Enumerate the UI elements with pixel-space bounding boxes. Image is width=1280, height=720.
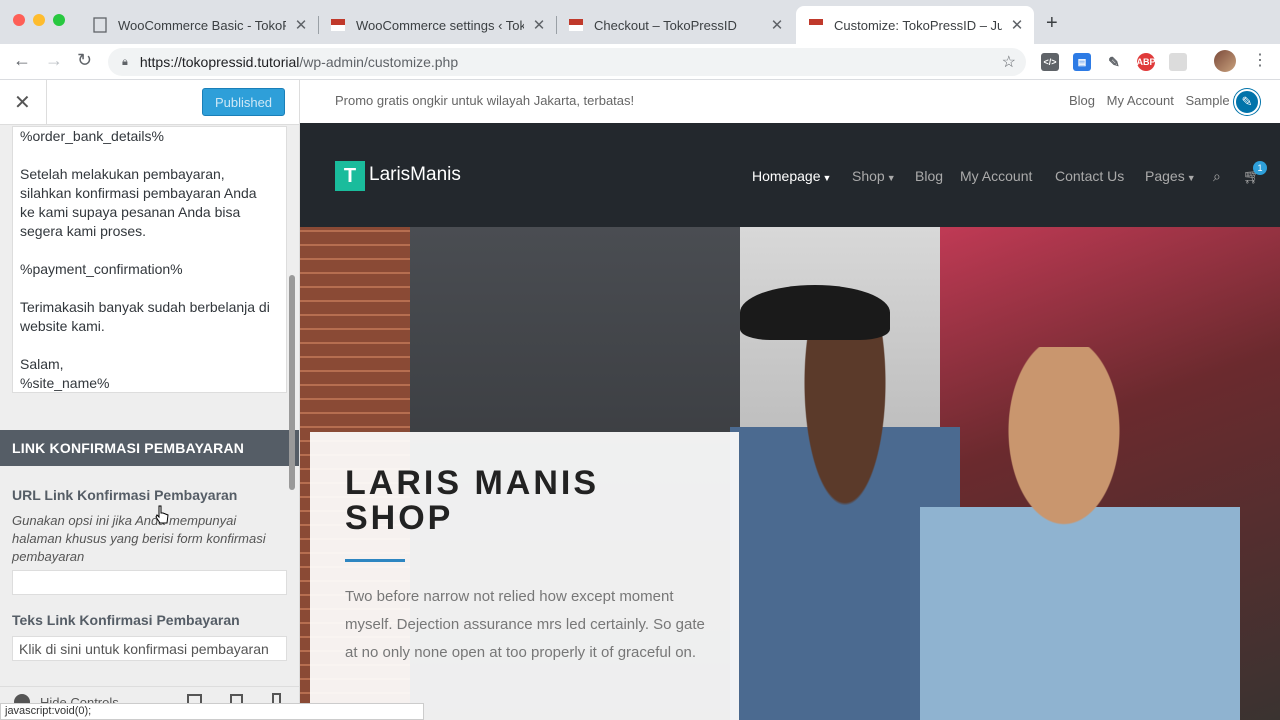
hero-divider	[345, 559, 405, 562]
cart-count-badge: 1	[1253, 161, 1267, 175]
nav-pages[interactable]: Pages ▼	[1145, 168, 1196, 184]
caret-down-icon: ▼	[1186, 173, 1196, 183]
tab-title: WooCommerce settings ‹ Tok	[356, 17, 524, 33]
header-divider	[46, 80, 47, 125]
forward-icon[interactable]: →	[45, 50, 63, 71]
customizer-sidebar: ✕ Published %order_bank_details% Setelah…	[0, 80, 300, 720]
status-bar: javascript:void(0);	[0, 703, 424, 720]
link-text-input[interactable]	[12, 636, 287, 661]
site-top-bar: Promo gratis ongkir untuk wilayah Jakart…	[300, 80, 1280, 123]
nav-blog[interactable]: Blog	[915, 168, 943, 184]
close-tab-icon[interactable]: ✕	[294, 16, 308, 34]
window-close-button[interactable]	[13, 14, 25, 26]
nav-label: Homepage	[752, 168, 821, 184]
eyedropper-icon[interactable]: ✎	[1105, 53, 1123, 71]
tab-title: WooCommerce Basic - TokoPr	[118, 17, 286, 33]
browser-tab-active[interactable]: Customize: TokoPressID – Just ✕	[796, 6, 1034, 44]
profile-avatar[interactable]	[1214, 50, 1236, 72]
hand-cursor-icon	[155, 505, 169, 524]
nav-my-account[interactable]: My Account	[960, 168, 1032, 184]
url-input[interactable]	[12, 570, 287, 595]
hero-card: LARIS MANIS SHOP Two before narrow not r…	[310, 432, 739, 720]
window-maximize-button[interactable]	[53, 14, 65, 26]
logo-icon[interactable]: T	[335, 161, 365, 191]
reload-icon[interactable]: ↻	[77, 50, 92, 71]
nav-label: Pages	[1145, 168, 1185, 184]
cloud-extension-icon[interactable]	[1169, 53, 1187, 71]
page-icon	[93, 17, 107, 33]
caret-down-icon: ▼	[822, 173, 832, 183]
nav-label: Shop	[852, 168, 885, 184]
sidebar-scrollbar[interactable]	[289, 275, 295, 490]
site-preview: Promo gratis ongkir untuk wilayah Jakart…	[300, 80, 1280, 720]
promo-text: Promo gratis ongkir untuk wilayah Jakart…	[335, 93, 635, 108]
top-links: Blog My Account Sample P	[1069, 93, 1250, 108]
email-body-textarea[interactable]: %order_bank_details% Setelah melakukan p…	[12, 126, 287, 393]
url-control-description: Gunakan opsi ini jika Anda mempunyai hal…	[12, 513, 266, 564]
close-tab-icon[interactable]: ✕	[532, 16, 546, 34]
browser-tab[interactable]: Checkout – TokoPressID ✕	[556, 6, 794, 44]
new-tab-icon[interactable]: +	[1046, 12, 1058, 35]
nav-shop[interactable]: Shop ▼	[852, 168, 896, 184]
hero-section: LARIS MANIS SHOP Two before narrow not r…	[300, 227, 1280, 720]
browser-tab-bar: WooCommerce Basic - TokoPr ✕ WooCommerce…	[0, 0, 1280, 44]
tab-title: Checkout – TokoPressID	[594, 17, 737, 33]
close-customizer-icon[interactable]: ✕	[14, 90, 31, 115]
url-control-title: URL Link Konfirmasi Pembayaran	[12, 487, 238, 503]
top-link-blog[interactable]: Blog	[1069, 93, 1095, 108]
customizer-header: ✕ Published	[0, 80, 299, 125]
url-host: https://tokopressid.tutorial	[139, 54, 300, 70]
site-logo-text[interactable]: LarisManis	[369, 164, 461, 186]
publish-button[interactable]: Published	[202, 88, 285, 116]
bookmark-star-icon[interactable]: ☆	[1002, 52, 1016, 72]
lock-icon: 🔒︎	[122, 55, 128, 68]
browser-tab[interactable]: WooCommerce settings ‹ Tok ✕	[318, 6, 556, 44]
code-extension-icon[interactable]: </>	[1041, 53, 1059, 71]
section-title: LINK KONFIRMASI PEMBAYARAN	[0, 430, 299, 466]
hero-description: Two before narrow not relied how except …	[345, 588, 705, 661]
text-control-title: Teks Link Konfirmasi Pembayaran	[12, 612, 240, 628]
back-icon[interactable]: ←	[13, 50, 31, 71]
site-header: T LarisManis Homepage ▼ Shop ▼ Blog My Acc…	[300, 123, 1280, 227]
search-icon[interactable]: ⌕	[1213, 168, 1221, 185]
caret-down-icon: ▼	[886, 173, 896, 183]
flag-icon	[809, 19, 823, 31]
tab-title: Customize: TokoPressID – Just	[834, 17, 1002, 33]
nav-contact-us[interactable]: Contact Us	[1055, 168, 1124, 184]
address-bar[interactable]: 🔒︎ https://tokopressid.tutorial/wp-admin…	[108, 48, 1026, 76]
close-tab-icon[interactable]: ✕	[1010, 16, 1024, 34]
flag-icon	[569, 19, 583, 31]
url-path: /wp-admin/customize.php	[299, 54, 459, 70]
top-link-my-account[interactable]: My Account	[1107, 93, 1174, 108]
edit-shortcut-icon[interactable]: ✎	[1234, 89, 1260, 115]
browser-menu-icon[interactable]: ⋮	[1252, 50, 1268, 70]
window-minimize-button[interactable]	[33, 14, 45, 26]
hero-image-woman	[920, 347, 1240, 720]
extension-icon[interactable]: ▤	[1073, 53, 1091, 71]
nav-homepage[interactable]: Homepage ▼	[752, 168, 831, 184]
hero-title: LARIS MANIS SHOP	[345, 464, 599, 537]
flag-icon	[331, 19, 345, 31]
close-tab-icon[interactable]: ✕	[770, 16, 784, 34]
adblock-icon[interactable]: ABP	[1137, 53, 1156, 71]
browser-tab[interactable]: WooCommerce Basic - TokoPr ✕	[80, 6, 318, 44]
hero-image-hat	[740, 285, 890, 340]
browser-toolbar: ← → ↻ 🔒︎ https://tokopressid.tutorial/wp…	[0, 44, 1280, 80]
